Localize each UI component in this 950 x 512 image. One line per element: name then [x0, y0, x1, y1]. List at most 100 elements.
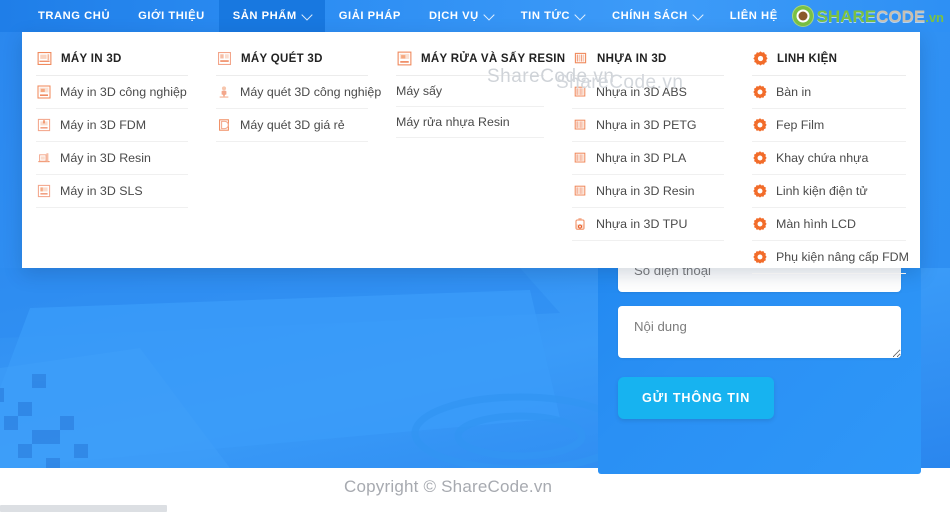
- mega-item-label: Phụ kiện nâng cấp FDM: [776, 250, 909, 264]
- nav-item-label: GIỚI THIỆU: [138, 10, 205, 22]
- brand-vn-text: .vn: [925, 9, 944, 25]
- mega-item-label: Máy quét 3D công nghiệp: [240, 85, 382, 99]
- mega-item-nhua-in-3d-pla[interactable]: Nhựa in 3D PLA: [572, 142, 724, 175]
- scanner-3d-cheap-icon: [219, 119, 229, 131]
- gear-icon: [753, 51, 768, 66]
- mega-item-label: Máy quét 3D giá rẻ: [240, 118, 345, 132]
- message-textarea[interactable]: [618, 306, 901, 358]
- brand-share-text: SHARE: [816, 6, 877, 26]
- mega-item-nhua-in-3d-tpu[interactable]: Nhựa in 3D TPU: [572, 208, 724, 241]
- mega-item-nhua-in-3d-resin[interactable]: Nhựa in 3D Resin: [572, 175, 724, 208]
- gear-icon: [753, 250, 767, 264]
- nav-item-trang-chu[interactable]: TRANG CHỦ: [24, 0, 124, 32]
- mega-column-heading-label: LINH KIỆN: [777, 52, 838, 65]
- nav-items: TRANG CHỦ GIỚI THIỆU SẢN PHẨM GIẢI PHÁP …: [0, 0, 792, 32]
- nav-item-label: GIẢI PHÁP: [338, 10, 401, 22]
- printer-3d-fdm-icon: [37, 118, 51, 132]
- nav-item-label: TIN TỨC: [520, 10, 570, 22]
- nav-item-lien-he[interactable]: LIÊN HỆ: [716, 0, 792, 32]
- mega-item-khay-chua-nhua[interactable]: Khay chứa nhựa: [752, 142, 906, 175]
- mega-column-heading[interactable]: LINH KIỆN: [752, 44, 906, 76]
- nav-item-label: CHÍNH SÁCH: [611, 10, 688, 22]
- horizontal-scrollbar[interactable]: [0, 503, 950, 512]
- mega-menu-products: MÁY IN 3D Máy in 3D công nghiệp Máy in 3…: [22, 32, 920, 274]
- filament-spool-icon: [574, 152, 586, 163]
- mega-item-label: Nhựa in 3D ABS: [596, 85, 687, 99]
- mega-item-label: Máy sấy: [396, 84, 443, 98]
- submit-button[interactable]: GỬI THÔNG TIN: [618, 377, 775, 419]
- mega-item-may-in-3d-cong-nghiep[interactable]: Máy in 3D công nghiệp: [36, 76, 188, 109]
- mega-item-linh-kien-dien-tu[interactable]: Linh kiện điện tử: [752, 175, 906, 208]
- mega-item-may-in-3d-sls[interactable]: Máy in 3D SLS: [36, 175, 188, 208]
- mega-item-label: Máy in 3D SLS: [60, 184, 143, 198]
- printer-3d-industrial-icon: [37, 85, 51, 99]
- mega-item-phu-kien-nang-cap-fdm[interactable]: Phụ kiện nâng cấp FDM: [752, 241, 909, 274]
- nav-item-dich-vu[interactable]: DỊCH VỤ: [415, 0, 507, 32]
- mega-column-nhua-in-3d: NHỰA IN 3D Nhựa in 3D ABS Nhựa in 3D PET…: [558, 40, 738, 268]
- scanner-3d-icon: [217, 51, 232, 66]
- mega-column-heading[interactable]: MÁY IN 3D: [36, 44, 188, 76]
- mega-column-heading-label: MÁY IN 3D: [61, 52, 122, 65]
- mega-column-may-rua-va-say-resin: MÁY RỬA VÀ SẤY RESIN Máy sấy Máy rửa nhự…: [382, 40, 565, 268]
- mega-column-may-quet-3d: MÁY QUÉT 3D Máy quét 3D công nghiệp Máy …: [202, 40, 382, 268]
- mega-item-label: Bàn in: [776, 85, 812, 99]
- washer-dryer-resin-icon: [397, 51, 412, 66]
- mega-item-label: Nhựa in 3D Resin: [596, 184, 695, 198]
- mega-item-label: Nhựa in 3D PLA: [596, 151, 687, 165]
- nav-item-gioi-thieu[interactable]: GIỚI THIỆU: [124, 0, 219, 32]
- sharecode-watermark-logo: SHARECODE.vn: [791, 3, 944, 29]
- mega-item-label: Máy rửa nhựa Resin: [396, 115, 510, 129]
- mega-column-heading[interactable]: MÁY QUÉT 3D: [216, 44, 368, 76]
- nav-item-tin-tuc[interactable]: TIN TỨC: [507, 0, 598, 32]
- filament-spool-icon: [574, 86, 586, 97]
- gear-icon: [753, 85, 767, 99]
- printer-3d-icon: [37, 51, 52, 66]
- sharecode-recycle-logo-icon: [791, 5, 814, 27]
- nav-item-chinh-sach[interactable]: CHÍNH SÁCH: [598, 0, 716, 32]
- mega-item-may-say[interactable]: Máy sấy: [396, 76, 544, 107]
- mega-item-fep-film[interactable]: Fep Film: [752, 109, 906, 142]
- mega-item-label: Linh kiện điện tử: [776, 184, 868, 198]
- mega-item-may-quet-3d-gia-re[interactable]: Máy quét 3D giá rẻ: [216, 109, 368, 142]
- mega-item-label: Nhựa in 3D TPU: [596, 217, 688, 231]
- gear-icon: [753, 151, 767, 165]
- mega-item-nhua-in-3d-abs[interactable]: Nhựa in 3D ABS: [572, 76, 724, 109]
- nav-item-label: TRANG CHỦ: [38, 10, 111, 22]
- brand-text: SHARECODE.vn: [817, 8, 944, 25]
- gear-icon: [753, 217, 767, 231]
- printer-3d-sls-icon: [37, 184, 51, 198]
- mega-item-label: Nhựa in 3D PETG: [596, 118, 697, 132]
- mega-item-nhua-in-3d-petg[interactable]: Nhựa in 3D PETG: [572, 109, 724, 142]
- mega-item-may-rua-nhua-resin[interactable]: Máy rửa nhựa Resin: [396, 107, 544, 138]
- mega-item-may-in-3d-fdm[interactable]: Máy in 3D FDM: [36, 109, 188, 142]
- mega-column-heading-label: MÁY RỬA VÀ SẤY RESIN: [421, 52, 566, 65]
- nav-item-label: LIÊN HỆ: [729, 10, 778, 22]
- scanner-3d-industrial-icon: [219, 86, 229, 98]
- chevron-down-icon: [483, 9, 495, 21]
- mega-item-label: Máy in 3D FDM: [60, 118, 147, 132]
- mega-item-may-in-3d-resin[interactable]: Máy in 3D Resin: [36, 142, 188, 175]
- gear-icon: [753, 118, 767, 132]
- mega-item-label: Máy in 3D Resin: [60, 151, 151, 165]
- mega-column-linh-kien: LINH KIỆN Bàn in Fep Film Khay chứa nhựa…: [738, 40, 920, 274]
- horizontal-scrollbar-thumb[interactable]: [0, 505, 167, 512]
- brand-code-text: CODE: [876, 6, 926, 26]
- mega-item-ban-in[interactable]: Bàn in: [752, 76, 906, 109]
- nav-item-label: SẢN PHẨM: [232, 10, 297, 22]
- mega-column-heading[interactable]: MÁY RỬA VÀ SẤY RESIN: [396, 44, 565, 76]
- filament-spool-icon: [574, 52, 587, 64]
- mega-item-label: Khay chứa nhựa: [776, 151, 869, 165]
- chevron-down-icon: [301, 9, 313, 21]
- gear-icon: [753, 184, 767, 198]
- mega-column-heading[interactable]: NHỰA IN 3D: [572, 44, 724, 76]
- resin-bottle-icon: [575, 218, 585, 230]
- nav-item-giai-phap[interactable]: GIẢI PHÁP: [325, 0, 415, 32]
- mega-item-may-quet-3d-cong-nghiep[interactable]: Máy quét 3D công nghiệp: [216, 76, 381, 109]
- nav-item-label: DỊCH VỤ: [428, 10, 479, 22]
- filament-spool-icon: [574, 185, 586, 196]
- mega-column-heading-label: MÁY QUÉT 3D: [241, 52, 323, 65]
- mega-item-man-hinh-lcd[interactable]: Màn hình LCD: [752, 208, 906, 241]
- nav-item-san-pham[interactable]: SẢN PHẨM: [218, 0, 325, 32]
- mega-item-label: Fep Film: [776, 118, 825, 132]
- page-root: Copyright © ShareCode.vn GỬI THÔNG TIN M…: [0, 0, 950, 512]
